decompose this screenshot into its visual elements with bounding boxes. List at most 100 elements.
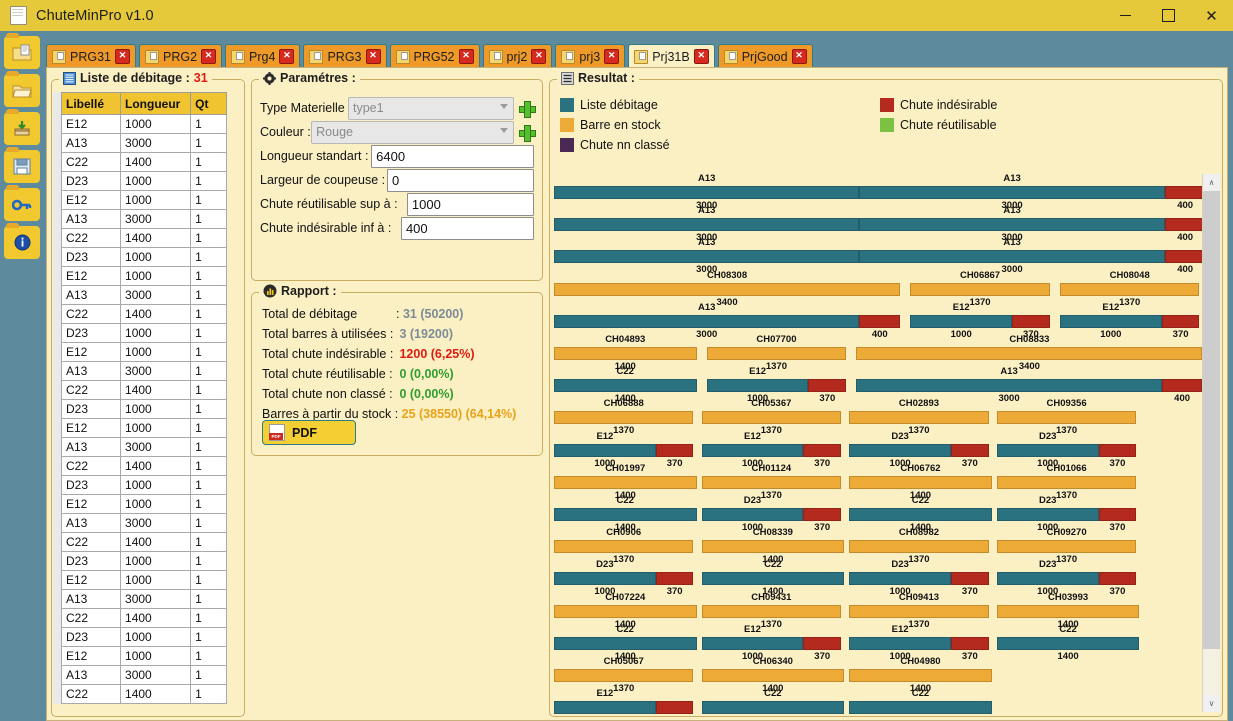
column-header[interactable]: Libellé xyxy=(60,92,122,115)
table-cell[interactable]: D23 xyxy=(60,171,122,191)
stock-bar[interactable] xyxy=(554,347,697,360)
table-cell[interactable]: E12 xyxy=(60,646,122,666)
cut-bar[interactable] xyxy=(701,443,842,457)
bar-segment-waste-bad[interactable] xyxy=(1098,572,1137,586)
table-cell[interactable]: 1400 xyxy=(120,684,192,704)
table-cell[interactable]: 1 xyxy=(190,646,227,666)
table-cell[interactable]: A13 xyxy=(60,361,122,381)
bar-segment-stock[interactable] xyxy=(701,475,842,489)
table-cell[interactable]: E12 xyxy=(60,494,122,514)
tab-close-icon[interactable]: ✕ xyxy=(791,49,807,64)
table-cell[interactable]: 1000 xyxy=(120,551,192,571)
table-cell[interactable]: 1 xyxy=(190,228,227,248)
bar-segment-stock[interactable] xyxy=(701,411,842,425)
table-cell[interactable]: D23 xyxy=(60,475,122,495)
table-cell[interactable]: 1400 xyxy=(120,532,192,552)
table-row[interactable]: C22 1400 1 xyxy=(60,304,227,324)
bar-segment-stock[interactable] xyxy=(996,604,1140,618)
bar-segment-stock[interactable] xyxy=(996,411,1137,425)
info-icon[interactable] xyxy=(4,223,40,259)
stock-bar[interactable] xyxy=(849,604,989,618)
table-cell[interactable]: 1 xyxy=(190,171,227,191)
table-cell[interactable]: 1 xyxy=(190,399,227,419)
tab-prjgood[interactable]: PrjGood ✕ xyxy=(717,44,813,68)
tab-close-icon[interactable]: ✕ xyxy=(693,49,709,64)
bar-segment-stock[interactable] xyxy=(996,475,1137,489)
param-text-input[interactable]: 6400 xyxy=(371,144,534,168)
table-cell[interactable]: 3000 xyxy=(120,285,192,305)
maximize-button[interactable] xyxy=(1147,0,1190,31)
bar-segment-cut[interactable] xyxy=(849,572,952,586)
stock-bar[interactable] xyxy=(910,282,1050,296)
cut-bar[interactable] xyxy=(554,572,694,586)
tab-close-icon[interactable]: ✕ xyxy=(115,49,130,64)
table-cell[interactable]: 3000 xyxy=(120,209,192,229)
table-row[interactable]: C22 1400 1 xyxy=(60,608,227,628)
stock-bar[interactable] xyxy=(701,475,842,489)
bar-segment-stock[interactable] xyxy=(554,411,694,425)
cut-bar[interactable] xyxy=(996,636,1140,650)
bar-segment-stock[interactable] xyxy=(701,669,845,682)
table-row[interactable]: A13 3000 1 xyxy=(60,285,227,305)
table-cell[interactable]: 1 xyxy=(190,323,227,343)
tab-close-icon[interactable]: ✕ xyxy=(201,49,217,64)
table-cell[interactable]: 3000 xyxy=(120,437,192,457)
tab-prj2[interactable]: prj2 ✕ xyxy=(482,44,553,68)
stock-bar[interactable] xyxy=(706,347,847,360)
bar-segment-waste-bad[interactable] xyxy=(951,636,989,650)
stock-bar[interactable] xyxy=(1059,282,1200,296)
table-cell[interactable]: 1400 xyxy=(120,456,192,476)
table-row[interactable]: D23 1000 1 xyxy=(60,475,227,495)
table-cell[interactable]: 1 xyxy=(190,570,227,590)
table-cell[interactable]: 1000 xyxy=(120,475,192,495)
bar-segment-stock[interactable] xyxy=(701,540,845,554)
table-cell[interactable]: C22 xyxy=(60,456,122,476)
table-cell[interactable]: 1400 xyxy=(120,608,192,628)
debitage-table[interactable]: Libellé Longueur Qt E12 1000 1 A13 3000 1 C22 1400… xyxy=(60,92,227,704)
bar-segment-cut[interactable] xyxy=(996,443,1099,457)
table-cell[interactable]: 1 xyxy=(190,513,227,533)
table-cell[interactable]: A13 xyxy=(60,665,122,685)
table-cell[interactable]: 1 xyxy=(190,266,227,286)
scroll-up-icon[interactable]: ∧ xyxy=(1203,174,1220,191)
bar-segment-cut[interactable] xyxy=(701,572,845,586)
table-row[interactable]: A13 3000 1 xyxy=(60,589,227,609)
table-row[interactable]: D23 1000 1 xyxy=(60,627,227,647)
tab-prg2[interactable]: PRG2 ✕ xyxy=(139,44,223,68)
table-cell[interactable]: C22 xyxy=(60,532,122,552)
table-cell[interactable]: 1 xyxy=(190,589,227,609)
bar-segment-waste-bad[interactable] xyxy=(1161,314,1200,328)
bar-segment-cut[interactable] xyxy=(554,508,697,521)
table-cell[interactable]: C22 xyxy=(60,608,122,628)
table-row[interactable]: E12 1000 1 xyxy=(60,190,227,210)
bar-segment-cut[interactable] xyxy=(856,379,1162,393)
stock-bar[interactable] xyxy=(849,540,989,554)
add-item-button[interactable] xyxy=(519,100,536,118)
bar-segment-cut[interactable] xyxy=(701,636,804,650)
key-icon[interactable] xyxy=(4,185,40,221)
table-cell[interactable]: 1 xyxy=(190,285,227,305)
table-cell[interactable]: 1000 xyxy=(120,114,192,134)
new-document-icon[interactable] xyxy=(4,33,40,69)
bar-segment-cut[interactable] xyxy=(554,250,860,264)
table-cell[interactable]: C22 xyxy=(60,152,122,172)
table-row[interactable]: D23 1000 1 xyxy=(60,171,227,191)
chevron-down-icon[interactable] xyxy=(500,127,508,133)
cut-bar[interactable] xyxy=(554,250,1206,264)
table-cell[interactable]: 1000 xyxy=(120,570,192,590)
cut-bar[interactable] xyxy=(554,379,697,393)
cut-bar[interactable] xyxy=(910,314,1050,328)
table-cell[interactable]: E12 xyxy=(60,266,122,286)
cut-bar[interactable] xyxy=(554,186,1206,199)
bar-segment-stock[interactable] xyxy=(554,475,697,489)
table-cell[interactable]: D23 xyxy=(60,551,122,571)
table-cell[interactable]: 3000 xyxy=(120,361,192,381)
cut-bar[interactable] xyxy=(996,508,1137,521)
import-box-icon[interactable] xyxy=(4,109,40,145)
table-cell[interactable]: 1 xyxy=(190,114,227,134)
table-cell[interactable]: 1000 xyxy=(120,190,192,210)
stock-bar[interactable] xyxy=(996,475,1137,489)
open-folder-icon[interactable] xyxy=(4,71,40,107)
bar-segment-cut[interactable] xyxy=(1059,314,1162,328)
cut-bar[interactable] xyxy=(849,508,992,521)
